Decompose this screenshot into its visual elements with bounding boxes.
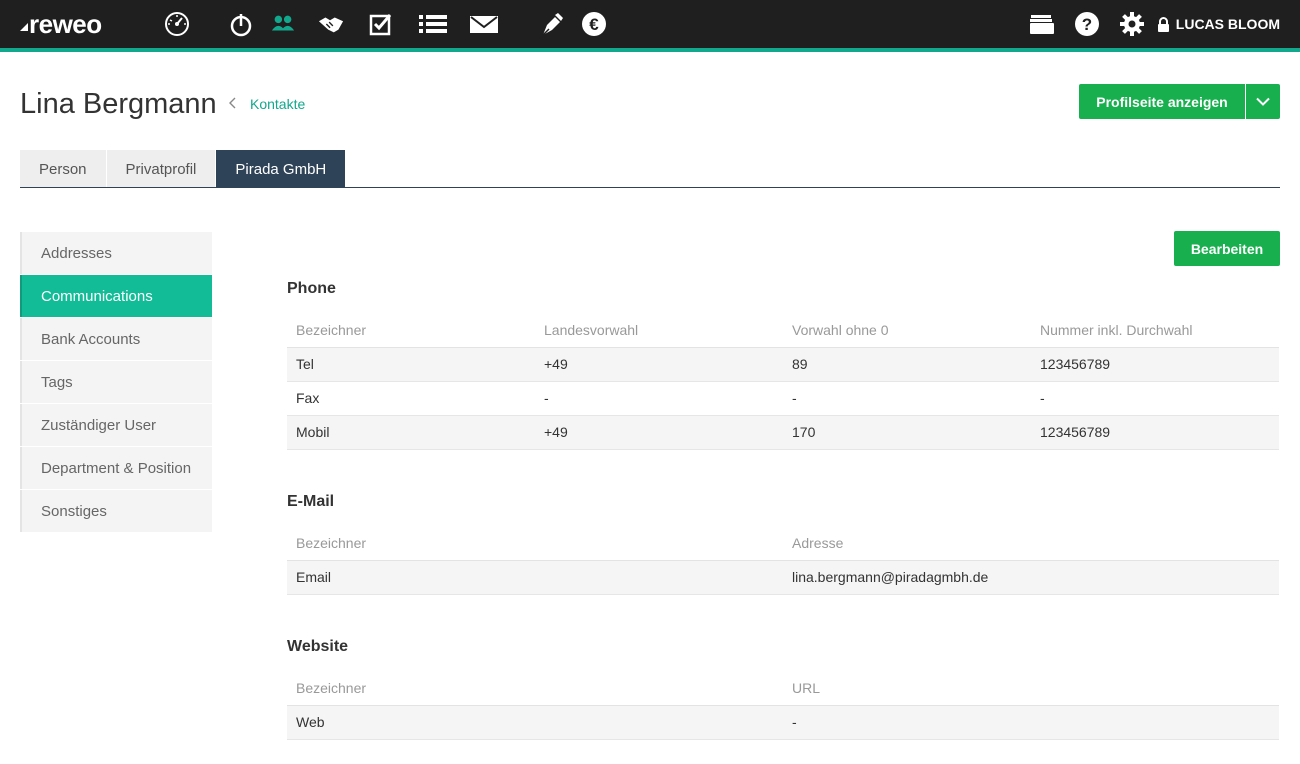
column-header: URL (783, 671, 1279, 706)
table-cell: +49 (535, 415, 783, 450)
table-cell: - (783, 705, 1279, 740)
accent-line (0, 48, 1300, 52)
top-navigation-bar: reweo € ? LUCAS BLOOM (0, 0, 1300, 48)
tab-pirada-gmbh[interactable]: Pirada GmbH (216, 150, 347, 188)
list-icon[interactable] (418, 11, 448, 37)
tab-person[interactable]: Person (20, 150, 107, 188)
euro-icon[interactable]: € (581, 11, 607, 37)
table-cell: - (1031, 381, 1279, 416)
contacts-icon[interactable] (270, 11, 296, 37)
help-icon[interactable]: ? (1074, 11, 1100, 37)
table-cell: 170 (783, 415, 1031, 450)
dashboard-icon[interactable] (164, 11, 190, 37)
svg-text:€: € (589, 15, 599, 34)
column-header: Nummer inkl. Durchwahl (1031, 313, 1279, 348)
tasks-icon[interactable] (368, 11, 394, 37)
settings-icon[interactable] (1119, 11, 1145, 37)
table-row: Mobil +49 170 123456789 (287, 415, 1279, 450)
table-row: Web - (287, 705, 1279, 740)
table-row: Tel +49 89 123456789 (287, 347, 1279, 382)
lock-icon (1157, 16, 1169, 32)
folder-icon[interactable] (1029, 11, 1055, 37)
column-header: Landesvorwahl (535, 313, 783, 348)
user-menu[interactable]: LUCAS BLOOM (1157, 15, 1280, 33)
chevron-left-icon (229, 97, 236, 109)
sidebar-item-zustaendiger-user[interactable]: Zuständiger User (20, 404, 212, 446)
app-logo[interactable]: reweo (20, 9, 102, 39)
website-section-title: Website (287, 638, 349, 655)
email-table: Bezeichner Adresse Email lina.bergmann@p… (287, 526, 1279, 595)
sidebar-item-addresses[interactable]: Addresses (20, 232, 212, 274)
deals-icon[interactable] (318, 11, 344, 37)
column-header: Bezeichner (287, 313, 535, 348)
table-cell: Email (287, 560, 783, 595)
table-cell: - (535, 381, 783, 416)
column-header: Vorwahl ohne 0 (783, 313, 1031, 348)
table-row: Email lina.bergmann@piradagmbh.de (287, 560, 1279, 595)
table-cell: +49 (535, 347, 783, 382)
user-name: LUCAS BLOOM (1175, 16, 1280, 32)
svg-text:?: ? (1082, 15, 1092, 34)
time-tracking-icon[interactable] (228, 11, 254, 37)
page-title: Lina Bergmann (20, 88, 217, 120)
table-cell: 123456789 (1031, 347, 1279, 382)
profile-dropdown-button[interactable] (1246, 84, 1280, 119)
table-cell: 123456789 (1031, 415, 1279, 450)
tab-privatprofil[interactable]: Privatprofil (106, 150, 217, 188)
table-header-row: Bezeichner URL (287, 671, 1279, 706)
table-cell: Tel (287, 347, 535, 382)
table-header-row: Bezeichner Landesvorwahl Vorwahl ohne 0 … (287, 313, 1279, 348)
column-header: Bezeichner (287, 671, 783, 706)
column-header: Adresse (783, 526, 1279, 561)
table-cell: Fax (287, 381, 535, 416)
tabs-divider (20, 187, 1280, 188)
chevron-down-icon (1256, 97, 1270, 106)
email-section-title: E-Mail (287, 493, 335, 510)
website-table: Bezeichner URL Web - (287, 671, 1279, 740)
table-row: Fax - - - (287, 381, 1279, 416)
sidebar-item-sonstiges[interactable]: Sonstiges (20, 490, 212, 532)
section-sidebar: Addresses Communications Bank Accounts T… (20, 232, 212, 533)
pen-icon[interactable] (539, 11, 565, 37)
mail-icon[interactable] (469, 11, 499, 37)
table-cell: - (783, 381, 1031, 416)
email-address: lina.bergmann@piradagmbh.de (783, 560, 1279, 595)
table-header-row: Bezeichner Adresse (287, 526, 1279, 561)
edit-button[interactable]: Bearbeiten (1174, 231, 1280, 266)
sidebar-item-communications[interactable]: Communications (20, 275, 212, 317)
table-cell: Mobil (287, 415, 535, 450)
breadcrumb-kontakte-link[interactable]: Kontakte (250, 95, 305, 113)
column-header: Bezeichner (287, 526, 783, 561)
table-cell: 89 (783, 347, 1031, 382)
profile-page-button[interactable]: Profilseite anzeigen (1079, 84, 1245, 119)
phone-section-title: Phone (287, 280, 336, 297)
profile-tabs: Person Privatprofil Pirada GmbH (20, 150, 347, 188)
table-cell: Web (287, 705, 783, 740)
phone-table: Bezeichner Landesvorwahl Vorwahl ohne 0 … (287, 313, 1279, 450)
sidebar-item-tags[interactable]: Tags (20, 361, 212, 403)
sidebar-item-bank-accounts[interactable]: Bank Accounts (20, 318, 212, 360)
sidebar-item-department-position[interactable]: Department & Position (20, 447, 212, 489)
